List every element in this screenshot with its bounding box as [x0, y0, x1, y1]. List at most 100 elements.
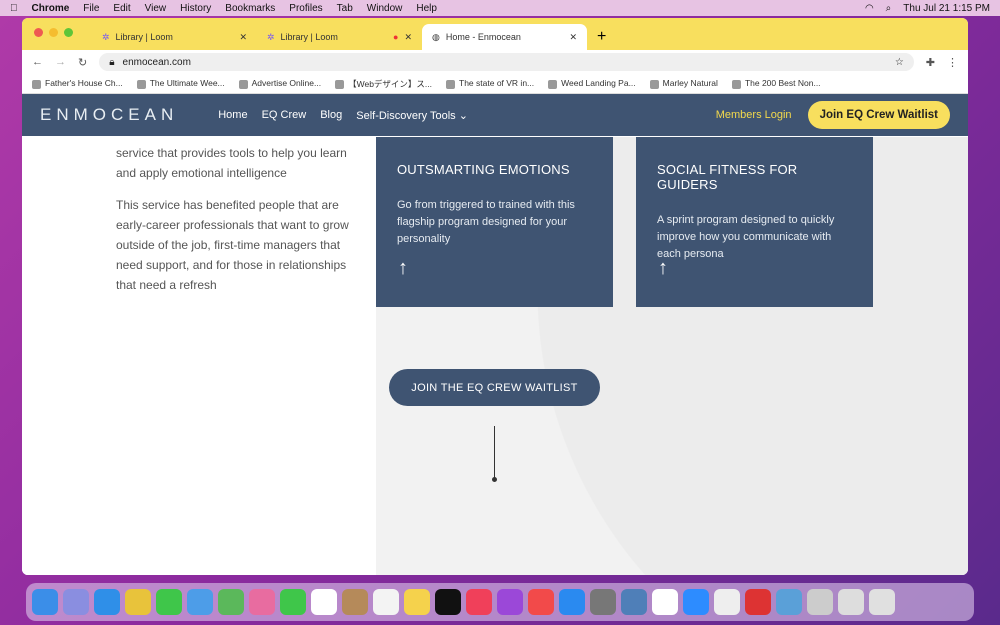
news-icon[interactable]	[528, 589, 554, 615]
bookmark[interactable]: Weed Landing Pa...	[548, 78, 636, 89]
podcasts-icon[interactable]	[497, 589, 523, 615]
window-controls	[34, 28, 73, 37]
star-icon[interactable]: ☆	[895, 57, 904, 68]
search-icon[interactable]: ⌕	[886, 3, 892, 14]
folder-icon[interactable]	[838, 589, 864, 615]
slack-icon[interactable]	[652, 589, 678, 615]
tab-label: Home - Enmocean	[445, 32, 521, 42]
bookmark[interactable]: The Ultimate Wee...	[136, 78, 225, 89]
chrome-icon[interactable]	[125, 589, 151, 615]
scroll-line	[494, 426, 495, 480]
tv-icon[interactable]	[435, 589, 461, 615]
nav-self-discovery-tools[interactable]: Self-Discovery Tools ⌄	[356, 109, 468, 122]
card-outsmarting-emotions[interactable]: OUTSMARTING EMOTIONS Go from triggered t…	[376, 137, 613, 307]
card-desc: A sprint program designed to quickly imp…	[657, 214, 835, 260]
bookmark[interactable]: The state of VR in...	[446, 78, 534, 89]
arrow-up-icon[interactable]: ↑	[398, 257, 408, 280]
globe-icon: ◍	[432, 31, 440, 42]
menu-view[interactable]: View	[145, 3, 167, 14]
menu-icon[interactable]: ⋮	[947, 56, 958, 69]
intro-text: This service has benefited people that a…	[116, 198, 349, 292]
contacts-icon[interactable]	[342, 589, 368, 615]
app-store-icon[interactable]	[559, 589, 585, 615]
textedit-icon[interactable]	[714, 589, 740, 615]
trash-icon[interactable]	[869, 589, 895, 615]
menu-file[interactable]: File	[83, 3, 99, 14]
notes-icon[interactable]	[404, 589, 430, 615]
menu-tab[interactable]: Tab	[337, 3, 353, 14]
toolbar: ← → ↻ 🔒︎ enmocean.com ☆ ✚ ⋮	[22, 50, 968, 74]
browser-window: ✲ Library | Loom ✕ ✲ Library | Loom ● ✕ ◍ Home…	[22, 18, 968, 575]
scroll-dot	[492, 477, 497, 482]
app-icon[interactable]	[621, 589, 647, 615]
site-nav: ENMOCEAN Home EQ Crew Blog Self-Discover…	[22, 94, 968, 136]
tab-strip: ✲ Library | Loom ✕ ✲ Library | Loom ● ✕ ◍ Home…	[22, 18, 968, 50]
tab-loom-2[interactable]: ✲ Library | Loom ● ✕	[257, 24, 422, 50]
menu-window[interactable]: Window	[367, 3, 403, 14]
messages-icon[interactable]	[156, 589, 182, 615]
tab-loom-1[interactable]: ✲ Library | Loom ✕	[92, 24, 257, 50]
card-desc: Go from triggered to trained with this f…	[397, 199, 575, 245]
tab-label: Library | Loom	[115, 32, 173, 42]
menu-help[interactable]: Help	[416, 3, 437, 14]
join-waitlist-cta[interactable]: JOIN THE EQ CREW WAITLIST	[389, 369, 600, 406]
nav-blog[interactable]: Blog	[320, 109, 342, 121]
new-tab-button[interactable]: +	[587, 28, 616, 50]
card-social-fitness[interactable]: SOCIAL FITNESS FOR GUIDERS A sprint prog…	[636, 137, 873, 307]
page-content: service that provides tools to help you …	[22, 137, 968, 575]
intro-column: service that provides tools to help you …	[22, 137, 376, 575]
calendar-icon[interactable]	[311, 589, 337, 615]
menu-profiles[interactable]: Profiles	[289, 3, 322, 14]
arrow-up-icon[interactable]: ↑	[658, 257, 668, 280]
nav-home[interactable]: Home	[218, 109, 247, 121]
apple-icon[interactable]: 	[10, 3, 18, 14]
reminders-icon[interactable]	[373, 589, 399, 615]
music-icon[interactable]	[466, 589, 492, 615]
photos-icon[interactable]	[249, 589, 275, 615]
bookmark[interactable]: Advertise Online...	[238, 78, 321, 89]
logo[interactable]: ENMOCEAN	[40, 105, 178, 125]
bookmark[interactable]: 【Webデザイン】ス...	[335, 78, 432, 90]
bookmarks-bar: Father's House Ch... The Ultimate Wee...…	[22, 74, 968, 94]
zoom-icon[interactable]	[683, 589, 709, 615]
tab-enmocean[interactable]: ◍ Home - Enmocean ✕	[422, 24, 587, 50]
menu-edit[interactable]: Edit	[113, 3, 130, 14]
bookmark[interactable]: The 200 Best Non...	[731, 78, 821, 89]
recording-icon: ●	[393, 32, 399, 42]
address-bar[interactable]: 🔒︎ enmocean.com ☆	[99, 53, 914, 71]
facetime-icon[interactable]	[280, 589, 306, 615]
clock[interactable]: Thu Jul 21 1:15 PM	[903, 3, 990, 14]
bookmark[interactable]: Marley Natural	[649, 78, 718, 89]
bookmark[interactable]: Father's House Ch...	[32, 78, 123, 89]
menu-app[interactable]: Chrome	[32, 3, 70, 14]
join-waitlist-button[interactable]: Join EQ Crew Waitlist	[807, 101, 950, 129]
launchpad-icon[interactable]	[63, 589, 89, 615]
extensions-icon[interactable]: ✚	[926, 56, 935, 69]
url-text: enmocean.com	[122, 56, 191, 68]
nav-eq-crew[interactable]: EQ Crew	[262, 109, 307, 121]
safari-icon[interactable]	[94, 589, 120, 615]
intro-text: service that provides tools to help you …	[116, 146, 347, 180]
reload-icon[interactable]: ↻	[78, 56, 87, 69]
close-tab-icon[interactable]: ✕	[404, 32, 412, 43]
mail-icon[interactable]	[187, 589, 213, 615]
folder-icon[interactable]	[807, 589, 833, 615]
app-icon[interactable]	[745, 589, 771, 615]
wifi-icon[interactable]: ◠	[865, 3, 874, 14]
maps-icon[interactable]	[218, 589, 244, 615]
close-tab-icon[interactable]: ✕	[569, 32, 577, 43]
menu-bookmarks[interactable]: Bookmarks	[225, 3, 275, 14]
finder-icon[interactable]	[32, 589, 58, 615]
close-tab-icon[interactable]: ✕	[239, 32, 247, 43]
loom-icon: ✲	[102, 31, 110, 42]
close-window-button[interactable]	[34, 28, 43, 37]
settings-icon[interactable]	[590, 589, 616, 615]
zoom-window-button[interactable]	[64, 28, 73, 37]
forward-icon[interactable]: →	[55, 56, 66, 68]
minimize-window-button[interactable]	[49, 28, 58, 37]
menu-history[interactable]: History	[180, 3, 211, 14]
back-icon[interactable]: ←	[32, 56, 43, 68]
members-login-link[interactable]: Members Login	[716, 109, 792, 121]
app-icon[interactable]	[776, 589, 802, 615]
dock	[26, 583, 974, 621]
